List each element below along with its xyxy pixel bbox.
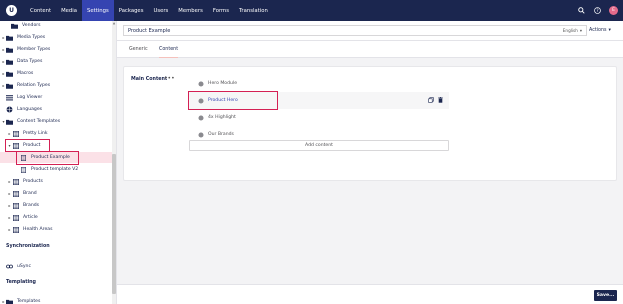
block-item-hero-module[interactable]: Hero Module	[189, 75, 449, 92]
nav-packages[interactable]: Packages	[114, 0, 149, 21]
folder-icon	[6, 58, 13, 65]
tree-item-products[interactable]: ▸ Products	[0, 176, 112, 187]
grid-icon	[12, 130, 19, 137]
nav-content[interactable]: Content	[25, 0, 56, 21]
folder-icon	[6, 34, 13, 41]
nav-translation[interactable]: Translation	[234, 0, 273, 21]
folder-icon	[6, 118, 13, 125]
editor-footer: Save...	[117, 284, 623, 304]
top-nav-sections: Content Media Settings Packages Users Me…	[25, 0, 273, 21]
grid-icon	[12, 226, 19, 233]
document-name-input[interactable]: Product Example English ▾	[123, 25, 587, 36]
highlight-box-product-example	[16, 151, 79, 165]
block-icon	[197, 80, 204, 87]
nav-users[interactable]: Users	[148, 0, 173, 21]
user-avatar[interactable]: E	[609, 6, 618, 15]
folder-icon	[6, 298, 13, 304]
tree-item-product-template-v2[interactable]: Product template V2	[0, 164, 112, 175]
editor-header: Product Example English ▾ Actions ▾	[117, 21, 623, 41]
editor-main: Product Example English ▾ Actions ▾ Gene…	[117, 21, 623, 304]
chevron-down-icon: ▾	[579, 28, 582, 33]
tree-item-templates[interactable]: ▸ Templates	[0, 296, 112, 304]
tree-item-vendors[interactable]: Vendors	[0, 21, 112, 31]
block-icon	[197, 131, 204, 138]
tab-content[interactable]: Content	[159, 41, 179, 58]
tree-item-brands[interactable]: ▸ Brands	[0, 200, 112, 211]
top-navigation-bar: U Content Media Settings Packages Users …	[0, 0, 623, 21]
folder-icon	[6, 82, 13, 89]
document-icon	[20, 166, 27, 173]
folder-icon	[6, 70, 13, 77]
tree-item-health-areas[interactable]: ▸ Health Areas	[0, 224, 112, 235]
sync-icon	[6, 263, 13, 270]
tree-item-article[interactable]: ▸ Article	[0, 212, 112, 223]
actions-menu[interactable]: Actions ▾	[589, 25, 611, 36]
block-actions	[428, 96, 443, 105]
section-title-synchronization: Synchronization	[6, 244, 50, 249]
nav-forms[interactable]: Forms	[208, 0, 234, 21]
nav-media[interactable]: Media	[56, 0, 82, 21]
scroll-up-icon[interactable]: ▲	[112, 21, 116, 26]
sidebar-scrollbar-thumb[interactable]	[112, 154, 116, 294]
folder-icon	[6, 46, 13, 53]
help-icon[interactable]: ?	[593, 6, 602, 15]
section-title-templating: Templating	[6, 280, 36, 285]
folder-icon	[11, 22, 18, 29]
add-content-button[interactable]: Add content	[189, 140, 449, 151]
tree-item-pretty-link[interactable]: ▸ Pretty Link	[0, 128, 112, 139]
delete-icon[interactable]	[438, 96, 443, 105]
property-actions-icon[interactable]: •••	[164, 75, 175, 82]
tree-item-content-templates[interactable]: ▾ Content Templates	[0, 116, 112, 127]
tree-item-brand[interactable]: ▸ Brand	[0, 188, 112, 199]
grid-icon	[12, 214, 19, 221]
top-right-tools: ? E	[577, 0, 618, 21]
content-tabs: Generic Content	[117, 41, 623, 58]
globe-icon	[6, 106, 13, 113]
language-select[interactable]: English ▾	[563, 26, 582, 35]
copy-icon[interactable]	[428, 96, 434, 105]
block-item-4x-highlight[interactable]: 4x Highlight	[189, 109, 449, 126]
umbraco-logo[interactable]: U	[6, 5, 17, 16]
tree-item-log-viewer[interactable]: Log Viewer	[0, 92, 112, 103]
tree-item-relation-types[interactable]: ▸ Relation Types	[0, 80, 112, 91]
grid-icon	[12, 202, 19, 209]
tree-item-usync[interactable]: uSync	[0, 261, 112, 272]
block-icon	[197, 114, 204, 121]
tab-generic[interactable]: Generic	[129, 41, 148, 58]
tree-item-languages[interactable]: Languages	[0, 104, 112, 115]
tree-item-media-types[interactable]: ▸ Media Types	[0, 32, 112, 43]
property-panel: Main Content ••• Hero Module Product Her…	[123, 66, 617, 181]
save-button[interactable]: Save...	[594, 290, 617, 301]
highlight-box-product-hero	[188, 91, 278, 110]
tree-item-member-types[interactable]: ▸ Member Types	[0, 44, 112, 55]
property-label-main-content: Main Content	[131, 77, 168, 82]
tree-item-macros[interactable]: ▸ Macros	[0, 68, 112, 79]
grid-icon	[12, 178, 19, 185]
list-icon	[6, 94, 13, 101]
search-icon[interactable]	[577, 6, 586, 15]
nav-members[interactable]: Members	[173, 0, 208, 21]
settings-tree-sidebar: ▲ Vendors ▸ Media Types ▸ Member Types ▸…	[0, 21, 117, 304]
tree-item-data-types[interactable]: ▸ Data Types	[0, 56, 112, 67]
svg-text:?: ?	[596, 8, 598, 13]
grid-icon	[12, 190, 19, 197]
nav-settings[interactable]: Settings	[82, 0, 114, 21]
chevron-down-icon: ▾	[608, 28, 611, 33]
